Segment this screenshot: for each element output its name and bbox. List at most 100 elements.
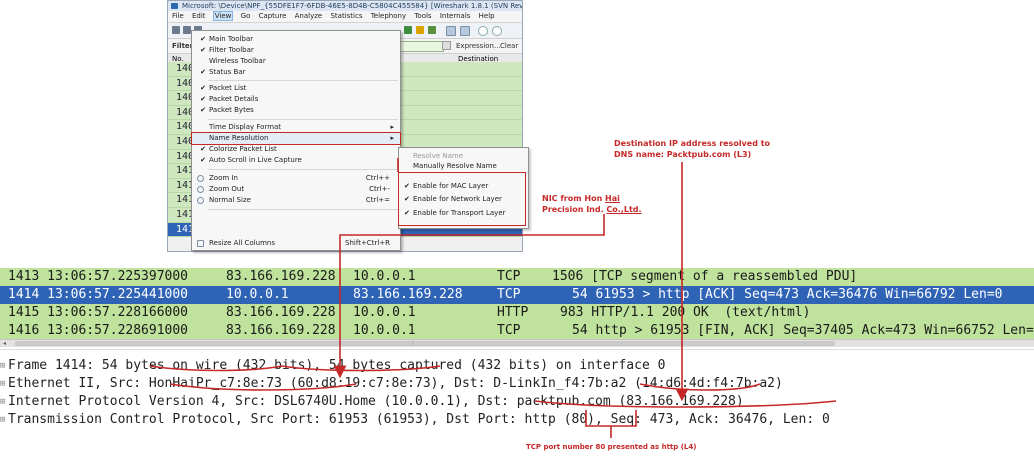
packet-source: 83.166.169.228 bbox=[226, 305, 336, 320]
view-menu: ✔ Main Toolbar ✔ Filter Toolbar Wireless T… bbox=[191, 30, 401, 251]
menu-item-label: Resize All Columns bbox=[209, 239, 276, 247]
menu-telephony[interactable]: Telephony bbox=[371, 12, 406, 20]
menu-item-packet-bytes[interactable]: ✔ Packet Bytes bbox=[192, 105, 400, 116]
menu-internals[interactable]: Internals bbox=[440, 12, 471, 20]
menu-go[interactable]: Go bbox=[241, 12, 251, 20]
annotation-nic: NIC from Hon Hai Precision Ind. Co.,Ltd. bbox=[542, 193, 642, 215]
menu-item-label: Wireless Toolbar bbox=[209, 57, 266, 65]
menu-item-name-resolution[interactable]: Name Resolution ▸ bbox=[191, 132, 401, 145]
menu-item-label: Time Display Format bbox=[209, 123, 282, 131]
menu-analyze[interactable]: Analyze bbox=[295, 12, 323, 20]
interfaces-icon[interactable] bbox=[172, 26, 180, 34]
detail-row-frame[interactable]: ⊞ Frame 1414: 54 bytes on wire (432 bits)… bbox=[0, 357, 1034, 375]
packet-row-selected[interactable]: 1414 13:06:57.225441000 10.0.0.1 83.166.… bbox=[0, 286, 1034, 304]
zoom-in-icon[interactable] bbox=[478, 26, 488, 36]
clear-button[interactable]: Clear bbox=[500, 39, 518, 53]
menu-item-status-bar[interactable]: ✔ Status Bar bbox=[192, 67, 400, 78]
menu-statistics[interactable]: Statistics bbox=[330, 12, 362, 20]
menu-separator bbox=[208, 80, 398, 81]
menu-item-auto-scroll[interactable]: ✔ Auto Scroll in Live Capture bbox=[192, 155, 400, 166]
menu-item-normal-size[interactable]: Normal Size Ctrl+= bbox=[192, 195, 400, 206]
packet-row[interactable]: 1416 13:06:57.228691000 83.166.169.228 1… bbox=[0, 322, 1034, 340]
highlight-box-enable-layers bbox=[398, 172, 526, 226]
menu-item-label: Zoom In bbox=[209, 174, 238, 182]
packet-list: 1413 13:06:57.225397000 83.166.169.228 1… bbox=[0, 268, 1034, 340]
menu-item-packet-list[interactable]: ✔ Packet List bbox=[192, 83, 400, 94]
expand-icon[interactable]: ⊞ bbox=[0, 393, 8, 411]
detail-row-ethernet[interactable]: ⊞ Ethernet II, Src: HonHaiPr_c7:8e:73 (60… bbox=[0, 375, 1034, 393]
color-icon[interactable] bbox=[404, 26, 412, 34]
annotation-dest-ip: Destination IP address resolved to DNS n… bbox=[614, 139, 771, 159]
menu-item-colorize-packet-list[interactable]: ✔ Colorize Packet List bbox=[192, 144, 400, 155]
menu-item-time-display-format[interactable]: Time Display Format ▸ bbox=[192, 122, 400, 133]
expand-icon[interactable]: ⊞ bbox=[0, 375, 8, 393]
menu-item-shortcut: Ctrl+= bbox=[365, 196, 390, 204]
menu-help[interactable]: Help bbox=[479, 12, 495, 20]
packet-info: 1506 [TCP segment of a reassembled PDU] bbox=[552, 269, 858, 284]
expression-button[interactable]: Expression... bbox=[456, 39, 501, 53]
autoscroll-icon[interactable] bbox=[416, 26, 424, 34]
detail-row-ipv4[interactable]: ⊞ Internet Protocol Version 4, Src: DSL67… bbox=[0, 393, 1034, 411]
filter-dropdown-button[interactable] bbox=[442, 41, 451, 50]
packet-destination: 10.0.0.1 bbox=[353, 323, 416, 338]
menu-capture[interactable]: Capture bbox=[259, 12, 287, 20]
check-icon: ✔ bbox=[200, 95, 206, 103]
menu-item-zoom-in[interactable]: Zoom In Ctrl++ bbox=[192, 173, 400, 184]
normal-size-icon bbox=[197, 197, 204, 204]
annotation-nic-text: NIC from Hon bbox=[542, 194, 606, 203]
menu-item-label: Packet Bytes bbox=[209, 106, 254, 114]
colorize-icon[interactable] bbox=[428, 26, 436, 34]
pane-icon[interactable] bbox=[446, 26, 456, 36]
zoom-out-icon bbox=[197, 186, 204, 193]
window-title-bar: Microsoft: \Device\NPF_{55DFE1F7-6FDB-46… bbox=[168, 1, 522, 11]
menu-item-zoom-out[interactable]: Zoom Out Ctrl+- bbox=[192, 184, 400, 195]
window-title: Microsoft: \Device\NPF_{55DFE1F7-6FDB-46… bbox=[182, 2, 522, 10]
scrollbar-thumb[interactable] bbox=[15, 341, 835, 346]
packet-destination: 83.166.169.228 bbox=[353, 287, 463, 302]
scroll-left-icon[interactable]: ◂ bbox=[3, 340, 6, 347]
expand-icon[interactable]: ⊞ bbox=[0, 411, 8, 429]
menu-item-label: Main Toolbar bbox=[209, 35, 254, 43]
submenu-item-label: Manually Resolve Name bbox=[413, 162, 497, 170]
menu-item-resize-all-columns[interactable]: Resize All Columns Shift+Ctrl+R bbox=[192, 238, 400, 249]
check-icon: ✔ bbox=[200, 46, 206, 54]
packet-source: 83.166.169.228 bbox=[226, 269, 336, 284]
menu-separator bbox=[208, 209, 398, 210]
expand-icon[interactable]: ⊞ bbox=[0, 357, 8, 375]
zoom-in-icon bbox=[197, 175, 204, 182]
packet-no-time: 1415 13:06:57.228166000 bbox=[8, 305, 189, 320]
zoom-out-icon[interactable] bbox=[492, 26, 502, 36]
menu-item-filter-toolbar[interactable]: ✔ Filter Toolbar bbox=[192, 45, 400, 56]
menu-edit[interactable]: Edit bbox=[192, 12, 206, 20]
horizontal-scrollbar[interactable]: ◂ ⋮ bbox=[0, 339, 1034, 347]
menu-item-shortcut: Shift+Ctrl+R bbox=[345, 239, 390, 247]
menu-view[interactable]: View bbox=[212, 11, 234, 21]
menu-item-packet-details[interactable]: ✔ Packet Details bbox=[192, 94, 400, 105]
menu-file[interactable]: File bbox=[172, 12, 184, 20]
menu-item-label: Packet Details bbox=[209, 95, 259, 103]
packet-source: 83.166.169.228 bbox=[226, 323, 336, 338]
menu-item-main-toolbar[interactable]: ✔ Main Toolbar bbox=[192, 34, 400, 45]
options-icon[interactable] bbox=[183, 26, 191, 34]
menu-item-wireless-toolbar[interactable]: Wireless Toolbar bbox=[192, 56, 400, 67]
annotation-nic-coltd: Co.,Ltd. bbox=[606, 205, 642, 214]
packet-info: 54 http > 61953 [FIN, ACK] Seq=37405 Ack… bbox=[572, 323, 1034, 338]
annotation-nic-text-2: Precision Ind. bbox=[542, 205, 607, 214]
packet-protocol: HTTP bbox=[497, 305, 529, 320]
packet-row[interactable]: 1413 13:06:57.225397000 83.166.169.228 1… bbox=[0, 268, 1034, 286]
check-icon: ✔ bbox=[200, 156, 206, 164]
menu-item-label: Zoom Out bbox=[209, 185, 245, 193]
packet-no-time: 1413 13:06:57.225397000 bbox=[8, 269, 189, 284]
menu-tools[interactable]: Tools bbox=[414, 12, 431, 20]
pane-icon-2[interactable] bbox=[460, 26, 470, 36]
submenu-arrow-icon: ▸ bbox=[390, 123, 394, 131]
menu-item-shortcut: Ctrl++ bbox=[365, 174, 390, 182]
packet-protocol: TCP bbox=[497, 269, 521, 284]
packet-info: 54 61953 > http [ACK] Seq=473 Ack=36476 … bbox=[572, 287, 1003, 302]
submenu-item-manually-resolve[interactable]: Manually Resolve Name bbox=[399, 161, 528, 172]
detail-row-tcp[interactable]: ⊞ Transmission Control Protocol, Src Port… bbox=[0, 411, 1034, 429]
packet-protocol: TCP bbox=[497, 323, 521, 338]
packet-row[interactable]: 1415 13:06:57.228166000 83.166.169.228 1… bbox=[0, 304, 1034, 322]
menu-item-label: Status Bar bbox=[209, 68, 246, 76]
packet-destination: 10.0.0.1 bbox=[353, 305, 416, 320]
